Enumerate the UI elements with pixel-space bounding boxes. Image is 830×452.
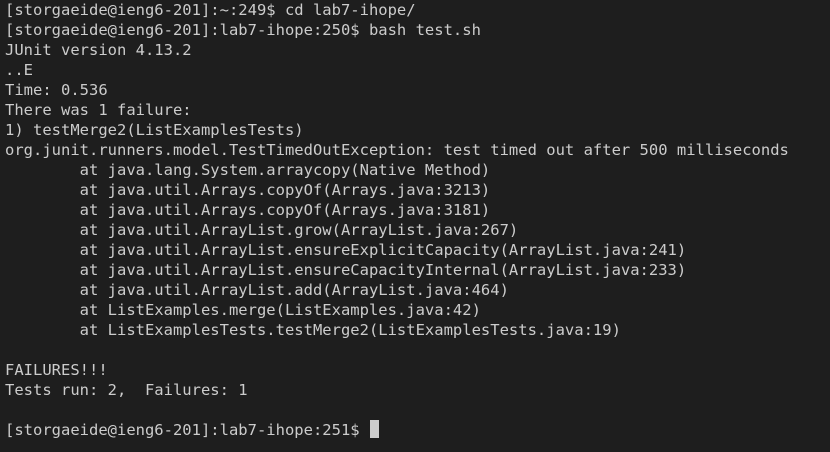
terminal-line: FAILURES!!! [5, 361, 108, 379]
terminal-line: at ListExamplesTests.testMerge2(ListExam… [5, 321, 621, 339]
terminal-line: [storgaeide@ieng6-201]:lab7-ihope:250$ b… [5, 21, 481, 39]
terminal-line: at java.util.ArrayList.ensureExplicitCap… [5, 241, 687, 259]
terminal-line: at java.util.ArrayList.ensureCapacityInt… [5, 261, 687, 279]
terminal-line: at java.util.ArrayList.add(ArrayList.jav… [5, 281, 509, 299]
terminal-line: at java.util.Arrays.copyOf(Arrays.java:3… [5, 201, 491, 219]
terminal-line: [storgaeide@ieng6-201]:~:249$ cd lab7-ih… [5, 1, 416, 19]
terminal-line: There was 1 failure: [5, 101, 192, 119]
terminal-line: Time: 0.536 [5, 81, 108, 99]
terminal-window[interactable]: [storgaeide@ieng6-201]:~:249$ cd lab7-ih… [0, 0, 830, 452]
terminal-line: at java.util.ArrayList.grow(ArrayList.ja… [5, 221, 519, 239]
terminal-line: at ListExamples.merge(ListExamples.java:… [5, 301, 481, 319]
terminal-line: org.junit.runners.model.TestTimedOutExce… [5, 141, 789, 159]
shell-prompt: [storgaeide@ieng6-201]:lab7-ihope:251$ [5, 421, 369, 439]
terminal-line: Tests run: 2, Failures: 1 [5, 381, 248, 399]
terminal-line: JUnit version 4.13.2 [5, 41, 192, 59]
cursor-block [369, 420, 379, 438]
terminal-line: at java.lang.System.arraycopy(Native Met… [5, 161, 491, 179]
prompt-line[interactable]: [storgaeide@ieng6-201]:lab7-ihope:251$ [5, 420, 830, 440]
terminal-line: 1) testMerge2(ListExamplesTests) [5, 121, 304, 139]
terminal-line: ..E [5, 61, 33, 79]
terminal-line: at java.util.Arrays.copyOf(Arrays.java:3… [5, 181, 491, 199]
